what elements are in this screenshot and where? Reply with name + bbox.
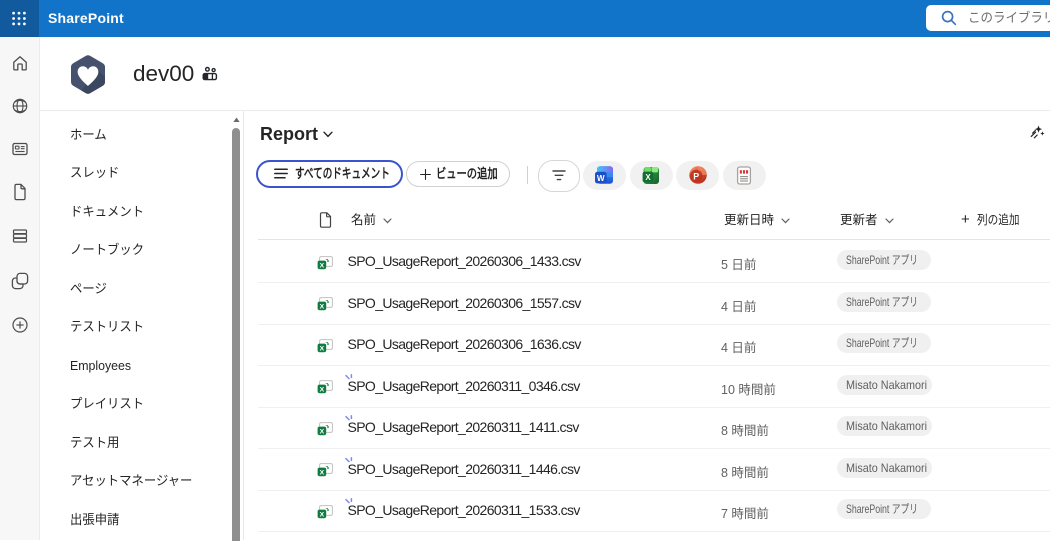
svg-text:X: X: [319, 345, 324, 352]
svg-text:X: X: [319, 387, 324, 394]
svg-text:X: X: [319, 470, 324, 477]
svg-text:X: X: [319, 262, 324, 269]
svg-text:X: X: [319, 304, 324, 311]
svg-text:X: X: [645, 173, 651, 182]
svg-text:W: W: [597, 174, 605, 183]
svg-text:P: P: [693, 172, 699, 182]
svg-text:X: X: [319, 511, 324, 518]
svg-text:X: X: [319, 428, 324, 435]
